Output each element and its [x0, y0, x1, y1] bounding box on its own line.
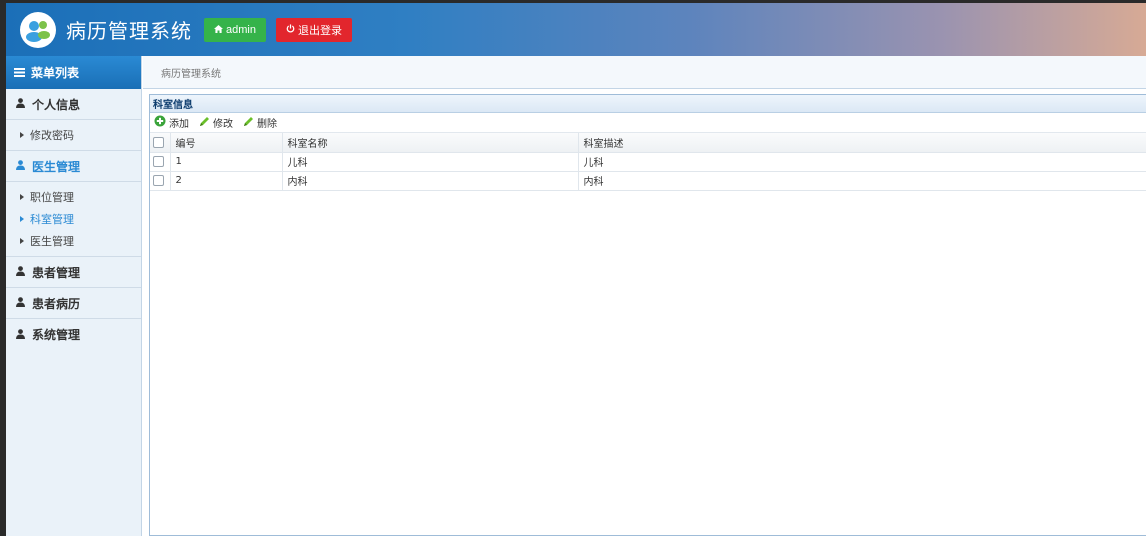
sidebar-group-label: 系统管理 [32, 328, 81, 342]
sidebar-item-label: 医生管理 [30, 235, 74, 248]
edit-label: 修改 [213, 119, 233, 130]
list-icon [14, 66, 25, 80]
sidebar-group-label: 患者病历 [32, 296, 81, 311]
sidebar-group-label: 个人信息 [32, 97, 81, 112]
department-table: 编号 科室名称 科室描述 1 儿科 儿科 2 内科 内科 [150, 133, 1146, 191]
sidebar-sublist-doctor: 职位管理 科室管理 医生管理 [6, 182, 141, 257]
user-button[interactable]: admin [204, 17, 266, 42]
sidebar-group-doctor[interactable]: 医生管理 [6, 151, 141, 182]
app-title: 病历管理系统 [66, 19, 192, 43]
caret-right-icon [20, 194, 24, 200]
sidebar-group-label: 患者管理 [32, 265, 81, 280]
sidebar-group-personal[interactable]: 个人信息 [6, 89, 141, 120]
add-button[interactable]: 添加 [154, 115, 189, 130]
cell-id: 1 [170, 152, 283, 172]
menu-header: 菜单列表 [6, 56, 141, 89]
sidebar-item-doctors[interactable]: 医生管理 [6, 230, 141, 252]
sidebar-item-positions[interactable]: 职位管理 [6, 186, 141, 208]
sidebar-item-departments[interactable]: 科室管理 [6, 208, 141, 230]
sidebar-group-system[interactable]: 系统管理 [6, 319, 141, 350]
user-label: admin [226, 23, 256, 36]
column-header-desc[interactable]: 科室描述 [578, 133, 1146, 153]
column-header-name[interactable]: 科室名称 [282, 133, 579, 153]
power-icon [286, 23, 295, 36]
user-icon [16, 296, 25, 310]
department-panel: 科室信息 添加 修改 删除 编号 科室名称 科室描述 1 儿科 儿科 2 内科 … [149, 94, 1146, 536]
select-all-checkbox[interactable] [153, 136, 164, 148]
row-checkbox[interactable] [153, 155, 164, 167]
header: 病历管理系统 admin 退出登录 [6, 3, 1146, 56]
home-icon [214, 24, 223, 36]
tab-home[interactable]: 病历管理系统 [161, 65, 221, 80]
caret-right-icon [20, 238, 24, 244]
cell-name: 儿科 [282, 152, 579, 172]
toolbar: 添加 修改 删除 [150, 113, 1146, 133]
app-window: 病历管理系统 admin 退出登录 菜单列表 个人信息 修改密码 医生管理 职位… [6, 3, 1146, 536]
delete-label: 删除 [257, 119, 277, 130]
logout-label: 退出登录 [297, 24, 342, 37]
cell-desc: 内科 [578, 171, 1146, 191]
sidebar-group-records[interactable]: 患者病历 [6, 288, 141, 319]
sidebar-item-change-password[interactable]: 修改密码 [6, 124, 141, 146]
pencil-icon [243, 116, 254, 130]
cell-name: 内科 [282, 171, 579, 191]
add-icon [154, 115, 166, 130]
panel-title: 科室信息 [150, 95, 1146, 113]
row-select-cell [150, 152, 171, 172]
user-icon [16, 328, 25, 342]
table-row[interactable]: 2 内科 内科 [150, 171, 1146, 191]
edit-button[interactable]: 修改 [199, 115, 233, 130]
sidebar-group-label: 医生管理 [32, 159, 81, 174]
caret-right-icon [20, 216, 24, 222]
cell-desc: 儿科 [578, 152, 1146, 172]
row-select-cell [150, 171, 171, 191]
sidebar-item-label: 修改密码 [30, 129, 74, 142]
sidebar: 菜单列表 个人信息 修改密码 医生管理 职位管理 科室管理 医生管理 患者管理 … [6, 56, 142, 536]
column-header-id[interactable]: 编号 [170, 133, 283, 153]
sidebar-item-label: 职位管理 [30, 191, 74, 204]
sidebar-item-label: 科室管理 [30, 213, 74, 226]
delete-button[interactable]: 删除 [243, 115, 277, 130]
sidebar-sublist-personal: 修改密码 [6, 120, 141, 151]
main-content: 病历管理系统 科室信息 添加 修改 删除 编号 科室名称 科室描述 1 儿科 儿… [143, 56, 1146, 536]
sidebar-group-patients[interactable]: 患者管理 [6, 257, 141, 288]
table-header-row: 编号 科室名称 科室描述 [150, 133, 1146, 153]
user-icon [16, 97, 25, 111]
select-all-cell [150, 133, 171, 153]
user-icon [16, 265, 25, 279]
logout-button[interactable]: 退出登录 [275, 17, 352, 42]
table-row[interactable]: 1 儿科 儿科 [150, 152, 1146, 172]
row-checkbox[interactable] [153, 174, 164, 186]
add-label: 添加 [169, 119, 189, 130]
tab-bar: 病历管理系统 [143, 56, 1146, 89]
user-icon [16, 159, 25, 173]
menu-title: 菜单列表 [31, 66, 80, 80]
caret-right-icon [20, 132, 24, 138]
cell-id: 2 [170, 171, 283, 191]
logo-icon [20, 11, 56, 48]
pencil-icon [199, 116, 210, 130]
